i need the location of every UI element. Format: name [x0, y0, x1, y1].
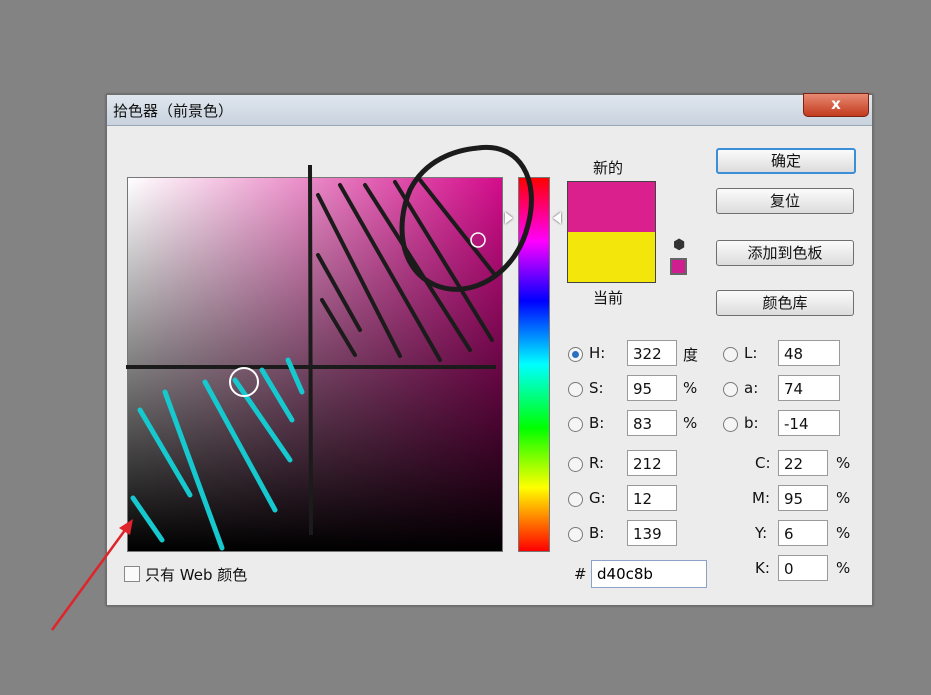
secondary-ring — [470, 232, 486, 248]
annotation-arrow-line — [50, 525, 130, 631]
annotation-circle — [399, 144, 534, 292]
annotation-cyan-hatching — [130, 357, 305, 551]
annotation-arrowhead — [119, 519, 133, 535]
annotation-vertical-line — [308, 164, 313, 536]
annotation-overlay — [50, 144, 534, 631]
